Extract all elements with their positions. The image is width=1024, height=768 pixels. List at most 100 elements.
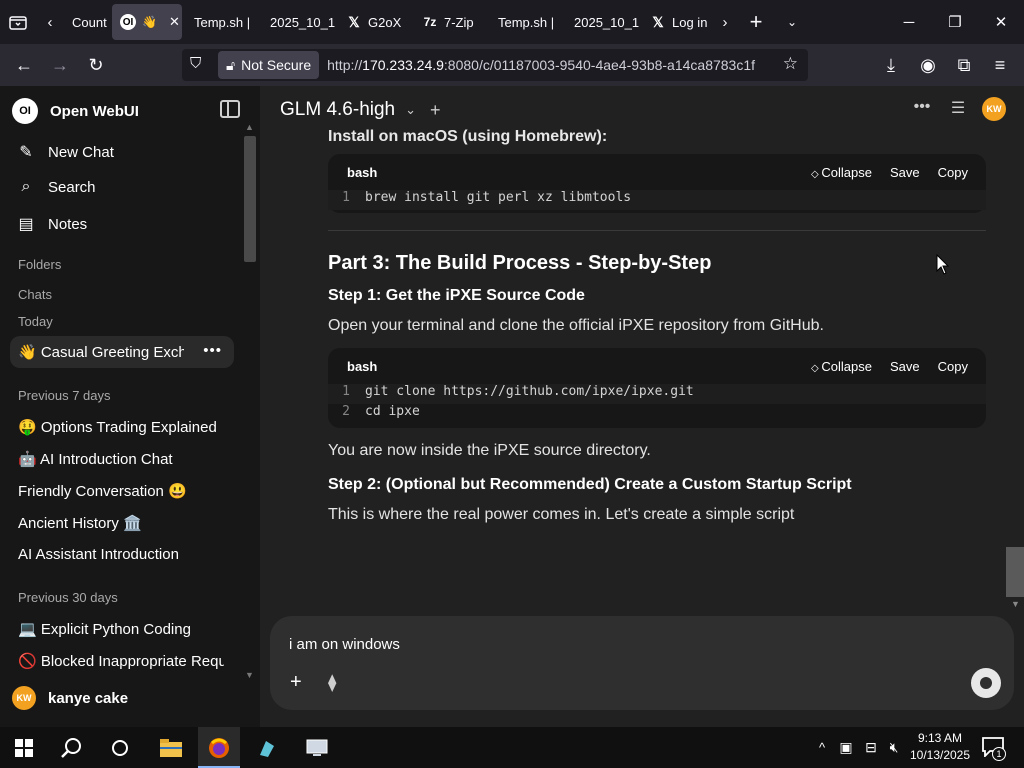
reload-icon[interactable]: ↻ xyxy=(78,47,114,83)
copy-button[interactable]: Copy xyxy=(938,359,968,374)
user-menu[interactable]: KW kanye cake xyxy=(12,686,128,710)
chat-item[interactable]: Friendly Conversation 😃 xyxy=(18,482,228,500)
chat-item[interactable]: AI Assistant Introduction xyxy=(18,546,228,563)
clock-date: 10/13/2025 xyxy=(909,748,971,762)
openwebui-logo-icon: OI xyxy=(12,98,38,124)
restore-icon[interactable]: ❐ xyxy=(932,0,978,44)
show-hidden-icons-chevron-icon[interactable]: ^ xyxy=(812,727,832,768)
file-explorer-icon[interactable] xyxy=(150,727,192,768)
account-icon[interactable]: ◉ xyxy=(910,47,946,83)
download-icon[interactable]: ⤓ xyxy=(873,47,909,83)
tab-close-icon[interactable]: ✕ xyxy=(169,14,180,30)
list-tabs-chevron-down-icon[interactable]: ⌄ xyxy=(774,4,810,40)
chat-item[interactable]: 💻 Explicit Python Coding xyxy=(18,620,228,638)
line-number: 1 xyxy=(342,384,350,399)
stop-generation-button[interactable] xyxy=(971,668,1001,698)
mouse-cursor-icon xyxy=(936,254,950,275)
sidebar-item-new-chat[interactable]: ✎ New Chat xyxy=(16,142,114,162)
user-avatar[interactable]: KW xyxy=(982,97,1006,121)
sidebar-item-search[interactable]: ⌕ Search xyxy=(16,178,96,196)
chat-scrollbar[interactable] xyxy=(1006,547,1024,597)
message-input[interactable]: i am on windows xyxy=(289,636,400,653)
minimize-icon[interactable]: ─ xyxy=(886,0,932,44)
tab-overview-icon[interactable] xyxy=(0,4,36,40)
collapse-label: Collapse xyxy=(821,359,872,374)
tab-temp-sh[interactable]: Temp.sh | xyxy=(186,4,262,40)
avatar: KW xyxy=(982,97,1006,121)
network-icon[interactable]: ⊟ xyxy=(860,727,882,768)
browser-nav-bar: ← → ↻ ⛉ 🔓︎ Not Secure http://170.233.24.… xyxy=(0,44,1024,86)
attach-plus-icon[interactable]: + xyxy=(290,671,302,694)
chat-item-active[interactable]: 👋 Casual Greeting Exchange ••• xyxy=(10,336,234,368)
tab-temp-sh-2[interactable]: Temp.sh | xyxy=(490,4,566,40)
tab-2025-10-1-2[interactable]: 2025_10_1 xyxy=(566,4,642,40)
windows-start-icon[interactable] xyxy=(6,727,42,768)
code-block: bash ◇ Collapse Save Copy 1 brew install… xyxy=(328,154,986,213)
not-secure-label: Not Secure xyxy=(241,57,312,73)
x-logo-icon: 𝕏 xyxy=(652,13,664,30)
firefox-icon[interactable] xyxy=(198,727,240,768)
search-icon[interactable] xyxy=(52,727,92,768)
remote-desktop-icon[interactable] xyxy=(296,727,338,768)
bookmark-star-icon[interactable]: ☆ xyxy=(783,54,798,74)
tab-scroll-right-icon[interactable]: › xyxy=(712,4,738,40)
chat-main: GLM 4.6-high ⌄ + ••• ☰ KW Install on mac… xyxy=(260,86,1024,727)
tab-g2ox[interactable]: 𝕏 G2oX xyxy=(338,4,414,40)
openwebui-favicon-icon: OI xyxy=(120,14,136,30)
url-path: :8080/c/01187003-9540-4ae4-93b8-a14ca878… xyxy=(443,57,756,73)
collapse-button[interactable]: ◇ Collapse xyxy=(811,359,872,374)
url-bar[interactable]: ⛉ 🔓︎ Not Secure http://170.233.24.9:8080… xyxy=(182,49,808,81)
new-tab-icon[interactable]: + xyxy=(738,4,774,40)
back-arrow-icon[interactable]: ← xyxy=(6,47,42,83)
tools-icon[interactable]: ⧫ xyxy=(328,673,336,693)
chat-item[interactable]: 🤑 Options Trading Explained xyxy=(18,418,228,436)
note-icon: ▤ xyxy=(18,216,34,233)
more-options-icon[interactable]: ••• xyxy=(910,98,934,116)
scroll-down-icon[interactable]: ▼ xyxy=(245,670,254,680)
notepad-icon[interactable] xyxy=(246,727,288,768)
volume-muted-icon[interactable]: 🔇︎ xyxy=(884,727,904,768)
sidebar-item-notes[interactable]: ▤ Notes xyxy=(16,214,87,234)
add-model-icon[interactable]: + xyxy=(430,100,441,121)
message-composer[interactable]: i am on windows + ⧫ xyxy=(270,616,1014,710)
save-button[interactable]: Save xyxy=(890,165,920,180)
shield-icon[interactable]: ⛉ xyxy=(190,55,201,72)
save-button[interactable]: Save xyxy=(890,359,920,374)
forward-arrow-icon[interactable]: → xyxy=(42,47,78,83)
line-number: 1 xyxy=(342,190,350,205)
url-text[interactable]: http://170.233.24.9:8080/c/01187003-9540… xyxy=(327,57,755,73)
tab-scroll-left-icon[interactable]: ‹ xyxy=(36,4,64,40)
folders-section-label[interactable]: Folders xyxy=(18,257,61,272)
sidebar-scrollbar[interactable] xyxy=(244,136,256,262)
line-number: 2 xyxy=(342,404,350,419)
more-options-icon[interactable]: ••• xyxy=(203,342,222,359)
tab-openwebui-active[interactable]: OI 👋 ✕ xyxy=(112,4,182,40)
not-secure-badge[interactable]: 🔓︎ Not Secure xyxy=(218,51,320,79)
tab-label: 2025_10_1 xyxy=(574,14,640,30)
close-window-icon[interactable]: ✕ xyxy=(978,0,1024,44)
tab-2025-10-1[interactable]: 2025_10_1 xyxy=(262,4,338,40)
code-text: cd ipxe xyxy=(365,404,420,419)
code-actions: ◇ Collapse Save Copy xyxy=(811,359,968,374)
chat-item[interactable]: 🤖 AI Introduction Chat xyxy=(18,450,228,468)
previous-30-days-label: Previous 30 days xyxy=(18,590,118,605)
model-selector[interactable]: GLM 4.6-high ⌄ + xyxy=(280,99,441,121)
menu-hamburger-icon[interactable]: ≡ xyxy=(982,47,1018,83)
task-view-icon[interactable] xyxy=(100,727,140,768)
collapse-button[interactable]: ◇ Collapse xyxy=(811,165,872,180)
scroll-down-icon[interactable]: ▼ xyxy=(1011,599,1020,609)
tab-7zip[interactable]: 7z 7-Zip xyxy=(414,4,490,40)
tab-log-in[interactable]: 𝕏 Log in xyxy=(642,4,712,40)
copy-button[interactable]: Copy xyxy=(938,165,968,180)
chat-item[interactable]: 🚫 Blocked Inappropriate Request xyxy=(18,652,224,670)
meet-now-icon[interactable]: ▣ xyxy=(836,727,856,768)
sidebar-header[interactable]: OI Open WebUI xyxy=(12,98,139,124)
sidebar-toggle-icon[interactable] xyxy=(220,100,240,118)
chats-section-label[interactable]: Chats xyxy=(18,287,52,302)
scroll-up-icon[interactable]: ▲ xyxy=(245,122,254,132)
controls-sliders-icon[interactable]: ☰ xyxy=(946,98,970,118)
extensions-icon[interactable]: ⧉ xyxy=(946,47,982,83)
tab-count[interactable]: Count xyxy=(64,4,112,40)
system-clock[interactable]: 9:13 AM 10/13/2025 xyxy=(906,730,974,764)
chat-item[interactable]: Ancient History 🏛️ xyxy=(18,514,228,532)
